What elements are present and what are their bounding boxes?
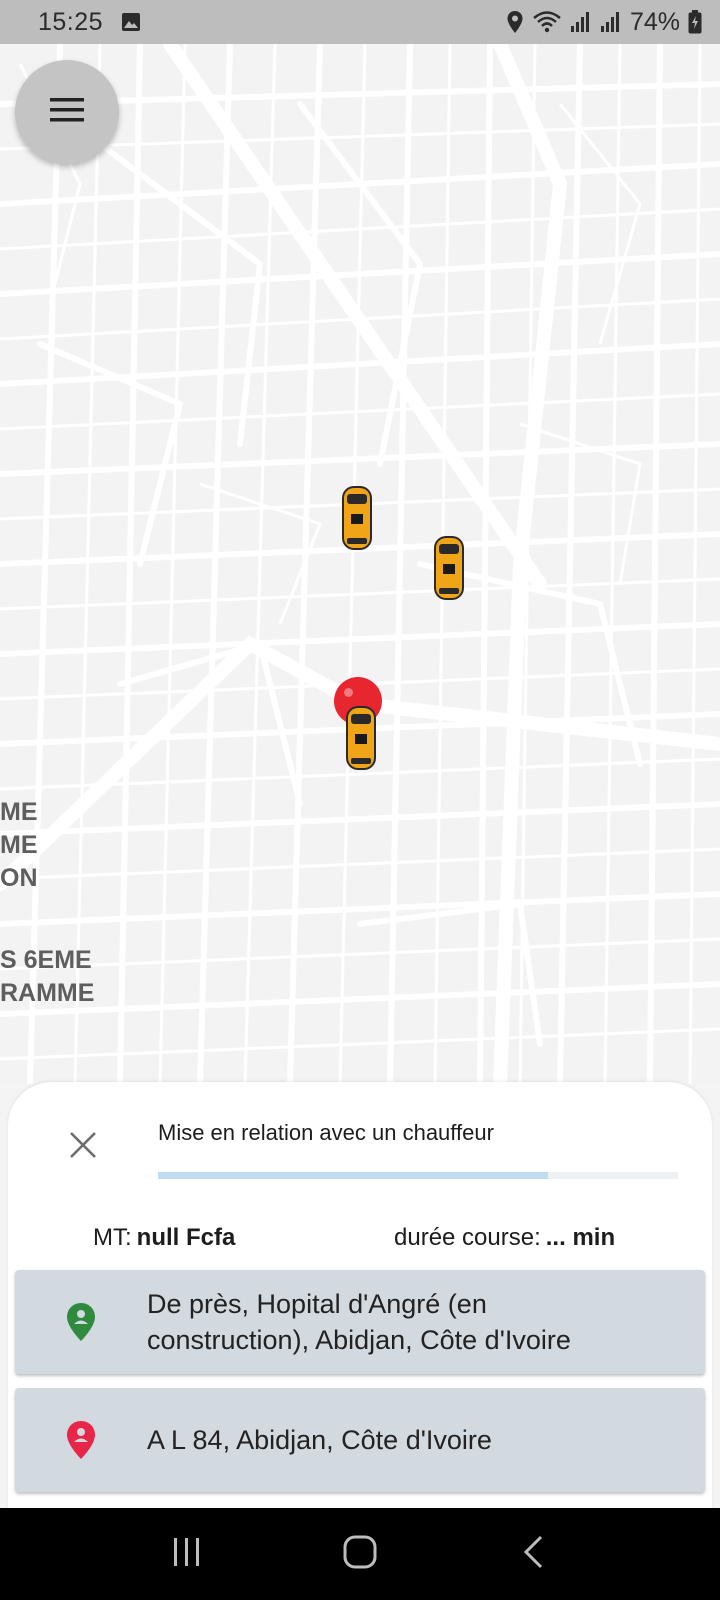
recent-apps-icon [171,1536,203,1573]
close-icon [69,1131,97,1164]
origin-address-card[interactable]: De près, Hopital d'Angré (en constructio… [15,1270,705,1374]
status-bar: 15:25 74% [0,0,720,44]
matching-progress-bar [158,1172,678,1179]
fare-info: MT: null Fcfa [93,1224,235,1252]
status-time: 15:25 [38,7,104,36]
fare-value: null Fcfa [136,1224,236,1251]
destination-pin-icon [15,1420,147,1460]
duration-info: durée course: ... min [394,1224,615,1252]
cancel-button[interactable] [58,1122,108,1172]
image-icon [121,12,141,32]
origin-pin-icon [15,1302,147,1342]
hamburger-menu-icon [50,97,84,128]
wifi-icon [532,10,562,34]
ride-request-sheet: Mise en relation avec un chauffeur MT: n… [8,1082,712,1508]
signal-icon [570,11,592,33]
map-district-label: S 6EME RAMME [0,946,95,1007]
battery-charging-icon [688,10,702,34]
signal-icon [600,11,622,33]
back-icon [521,1535,545,1574]
location-icon [506,10,524,34]
taxi-car-icon[interactable] [344,704,378,772]
destination-address-card[interactable]: A L 84, Abidjan, Côte d'Ivoire [15,1388,705,1492]
taxi-car-icon[interactable] [340,484,374,552]
home-icon [342,1534,378,1575]
recent-apps-button[interactable] [147,1524,227,1584]
menu-button[interactable] [15,60,119,164]
taxi-car-icon[interactable] [432,534,466,602]
progress-fill [158,1172,548,1179]
duration-label: durée course: [394,1224,541,1251]
system-nav-bar [0,1508,720,1600]
map-district-label: ME ME ON [0,798,38,892]
fare-label: MT: [93,1224,132,1251]
home-button[interactable] [320,1524,400,1584]
destination-address: A L 84, Abidjan, Côte d'Ivoire [147,1425,492,1455]
map-roads [0,44,720,1084]
matching-status-text: Mise en relation avec un chauffeur [158,1120,494,1145]
duration-value: ... min [545,1224,616,1251]
origin-address: De près, Hopital d'Angré (en constructio… [147,1289,571,1355]
battery-percent: 74% [629,7,680,36]
back-button[interactable] [493,1524,573,1584]
map-view[interactable]: ME ME ON S 6EME RAMME [0,44,720,1084]
